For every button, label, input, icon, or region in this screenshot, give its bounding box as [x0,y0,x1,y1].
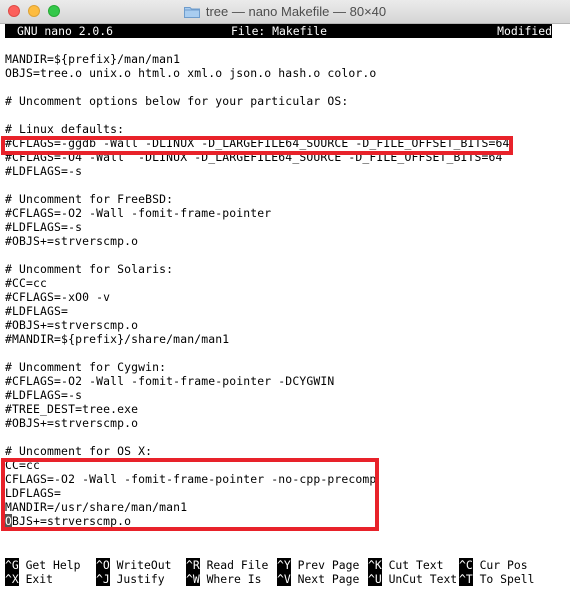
editor-line[interactable]: #TREE_DEST=tree.exe [5,402,138,416]
editor-line[interactable]: #CFLAGS=-xO0 -v [5,290,110,304]
editor-line[interactable]: # Uncomment for FreeBSD: [5,192,173,206]
shortcut-key: ^G [5,558,19,572]
shortcut-key: ^O [96,558,110,572]
title-area: tree — nano Makefile — 80×40 [0,0,570,23]
shortcut-key: ^V [277,572,291,586]
nano-filename: File: Makefile [231,24,328,38]
nano-version: GNU nano 2.0.6 [17,24,114,38]
shortcut-key: ^W [186,572,200,586]
shortcut-exit[interactable]: ^X Exit [5,572,53,586]
shortcut-key: ^R [186,558,200,572]
terminal-content[interactable]: GNU nano 2.0.6 File: Makefile Modified M… [0,24,570,590]
editor-line[interactable]: #LDFLAGS=-s [5,388,82,402]
shortcut-read-file[interactable]: ^R Read File [186,558,268,572]
editor-line[interactable]: #LDFLAGS=-s [5,164,82,178]
shortcut-key: ^Y [277,558,291,572]
title-bar: tree — nano Makefile — 80×40 [0,0,570,24]
editor-line[interactable]: #LDFLAGS= [5,304,68,318]
nano-modified-status: Modified [497,24,552,38]
editor-line[interactable]: # Uncomment for Solaris: [5,262,173,276]
nano-header-bar: GNU nano 2.0.6 File: Makefile Modified [5,24,552,38]
editor-line[interactable]: #CFLAGS=-O2 -Wall -fomit-frame-pointer [5,206,271,220]
editor-line[interactable]: MANDIR=${prefix}/man/man1 [5,52,180,66]
shortcut-cur-pos[interactable]: ^C Cur Pos [459,558,528,572]
shortcut-uncut-text[interactable]: ^U UnCut Text [368,572,457,586]
window-title: tree — nano Makefile — 80×40 [205,4,387,19]
shortcut-label: Prev Page [290,558,360,572]
shortcut-cut-text[interactable]: ^K Cut Text [368,558,443,572]
shortcut-key: ^X [5,572,19,586]
editor-line[interactable]: #OBJS+=strverscmp.o [5,416,138,430]
shortcut-label: Cur Pos [472,558,528,572]
folder-icon [183,6,200,18]
shortcut-justify[interactable]: ^J Justify [96,572,165,586]
shortcut-key: ^U [368,572,382,586]
shortcut-prev-page[interactable]: ^Y Prev Page [277,558,359,572]
shortcut-key: ^K [368,558,382,572]
shortcut-key: ^T [459,572,473,586]
editor-line[interactable]: #LDFLAGS=-s [5,220,82,234]
shortcut-next-page[interactable]: ^V Next Page [277,572,359,586]
shortcut-key: ^J [96,572,110,586]
editor-line[interactable]: #MANDIR=${prefix}/share/man/man1 [5,332,229,346]
editor-line[interactable]: # Linux defaults: [5,122,124,136]
shortcut-writeout[interactable]: ^O WriteOut [96,558,171,572]
shortcut-label: Cut Text [381,558,444,572]
editor-line[interactable]: #CFLAGS=-O2 -Wall -fomit-frame-pointer -… [5,374,334,388]
highlight-box-linux [1,136,513,155]
shortcut-key: ^C [459,558,473,572]
shortcut-where-is[interactable]: ^W Where Is [186,572,261,586]
shortcut-label: To Spell [472,572,535,586]
shortcut-label: UnCut Text [381,572,458,586]
terminal-window: tree — nano Makefile — 80×40 GNU nano 2.… [0,0,570,590]
editor-line[interactable]: # Uncomment for OS X: [5,444,152,458]
highlight-box-osx [1,458,379,531]
editor-line[interactable]: #OBJS+=strverscmp.o [5,234,138,248]
shortcut-label: Where Is [199,572,262,586]
shortcut-label: WriteOut [109,558,172,572]
editor-line[interactable]: # Uncomment options below for your parti… [5,94,348,108]
editor-line[interactable]: #OBJS+=strverscmp.o [5,318,138,332]
shortcut-label: Next Page [290,572,360,586]
shortcut-label: Read File [199,558,269,572]
shortcut-label: Get Help [18,558,81,572]
shortcut-get-help[interactable]: ^G Get Help [5,558,80,572]
shortcut-label: Justify [109,572,165,586]
editor-line[interactable]: # Uncomment for Cygwin: [5,360,166,374]
shortcut-label: Exit [18,572,54,586]
editor-line[interactable]: OBJS=tree.o unix.o html.o xml.o json.o h… [5,66,376,80]
editor-line[interactable]: #CC=cc [5,276,47,290]
shortcut-to-spell[interactable]: ^T To Spell [459,572,534,586]
